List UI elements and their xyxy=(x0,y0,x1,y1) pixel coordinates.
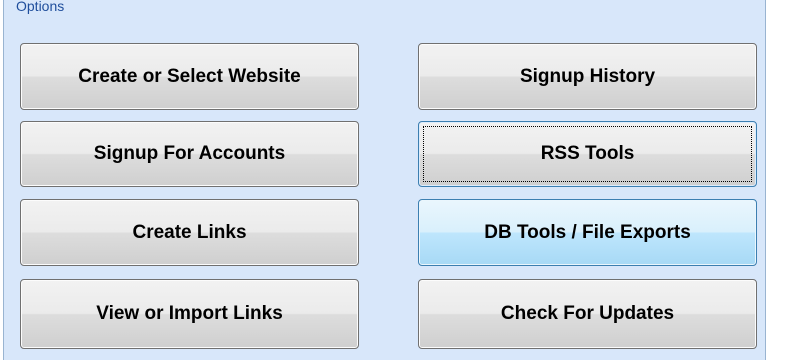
view-import-links-button[interactable]: View or Import Links xyxy=(20,279,359,349)
create-select-website-button[interactable]: Create or Select Website xyxy=(20,43,359,110)
create-links-button[interactable]: Create Links xyxy=(20,199,359,266)
rss-tools-button[interactable]: RSS Tools xyxy=(418,121,757,187)
options-group-title: Options xyxy=(16,0,65,14)
db-tools-file-exports-button[interactable]: DB Tools / File Exports xyxy=(418,199,757,266)
check-updates-button[interactable]: Check For Updates xyxy=(418,279,757,349)
rss-tools-label: RSS Tools xyxy=(540,143,635,164)
signup-history-button[interactable]: Signup History xyxy=(418,43,757,110)
signup-accounts-button[interactable]: Signup For Accounts xyxy=(20,121,359,187)
